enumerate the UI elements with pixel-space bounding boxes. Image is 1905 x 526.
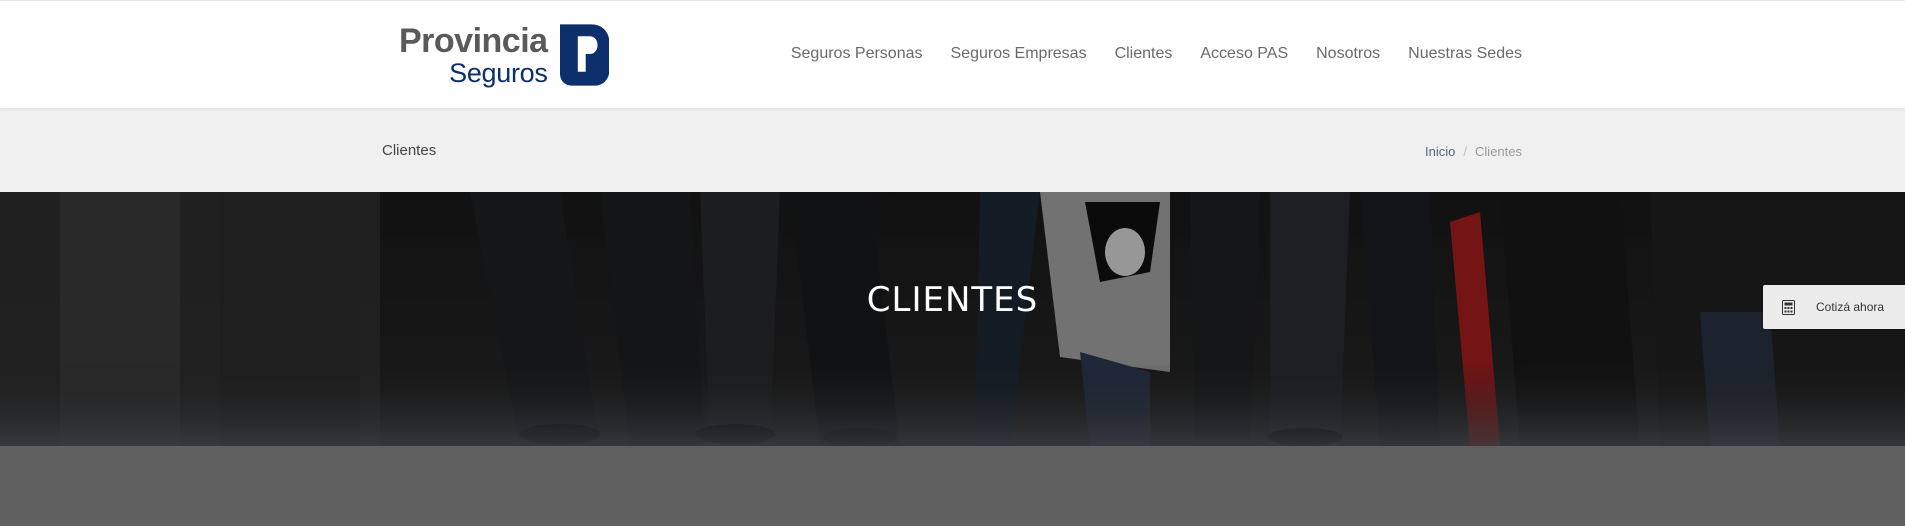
breadcrumb-separator: / [1463,144,1468,159]
logo-text-top: Provincia [399,21,548,60]
hero-banner: CLIENTES [0,192,1905,446]
breadcrumb-home-link[interactable]: Inicio [1425,144,1455,159]
breadcrumb: Inicio / Clientes [1425,144,1522,159]
calculator-icon [1782,299,1795,315]
site-header: Provincia Seguros Seguros Personas Segur… [0,0,1905,108]
hero-title: CLIENTES [866,280,1039,320]
brand-logo[interactable]: Provincia Seguros [399,23,609,87]
logo-wordmark: Provincia Seguros [399,24,548,87]
page: Provincia Seguros Seguros Personas Segur… [0,0,1905,526]
main-nav: Seguros Personas Seguros Empresas Client… [763,45,1522,63]
content-area [0,446,1905,526]
nav-seguros-empresas[interactable]: Seguros Empresas [951,45,1087,63]
quote-now-button[interactable]: Cotizá ahora [1763,285,1905,329]
nav-seguros-personas[interactable]: Seguros Personas [791,45,923,63]
nav-clientes[interactable]: Clientes [1115,45,1173,63]
nav-nosotros[interactable]: Nosotros [1316,45,1380,63]
nav-acceso-pas[interactable]: Acceso PAS [1200,45,1288,63]
nav-nuestras-sedes[interactable]: Nuestras Sedes [1408,45,1522,63]
breadcrumb-current: Clientes [1475,144,1522,159]
logo-text-bottom: Seguros [449,57,548,88]
page-subheader: Clientes Inicio / Clientes [0,108,1905,192]
provincia-p-mark-icon [559,24,609,86]
page-title: Clientes [382,142,437,159]
quote-now-label: Cotizá ahora [1816,300,1885,314]
